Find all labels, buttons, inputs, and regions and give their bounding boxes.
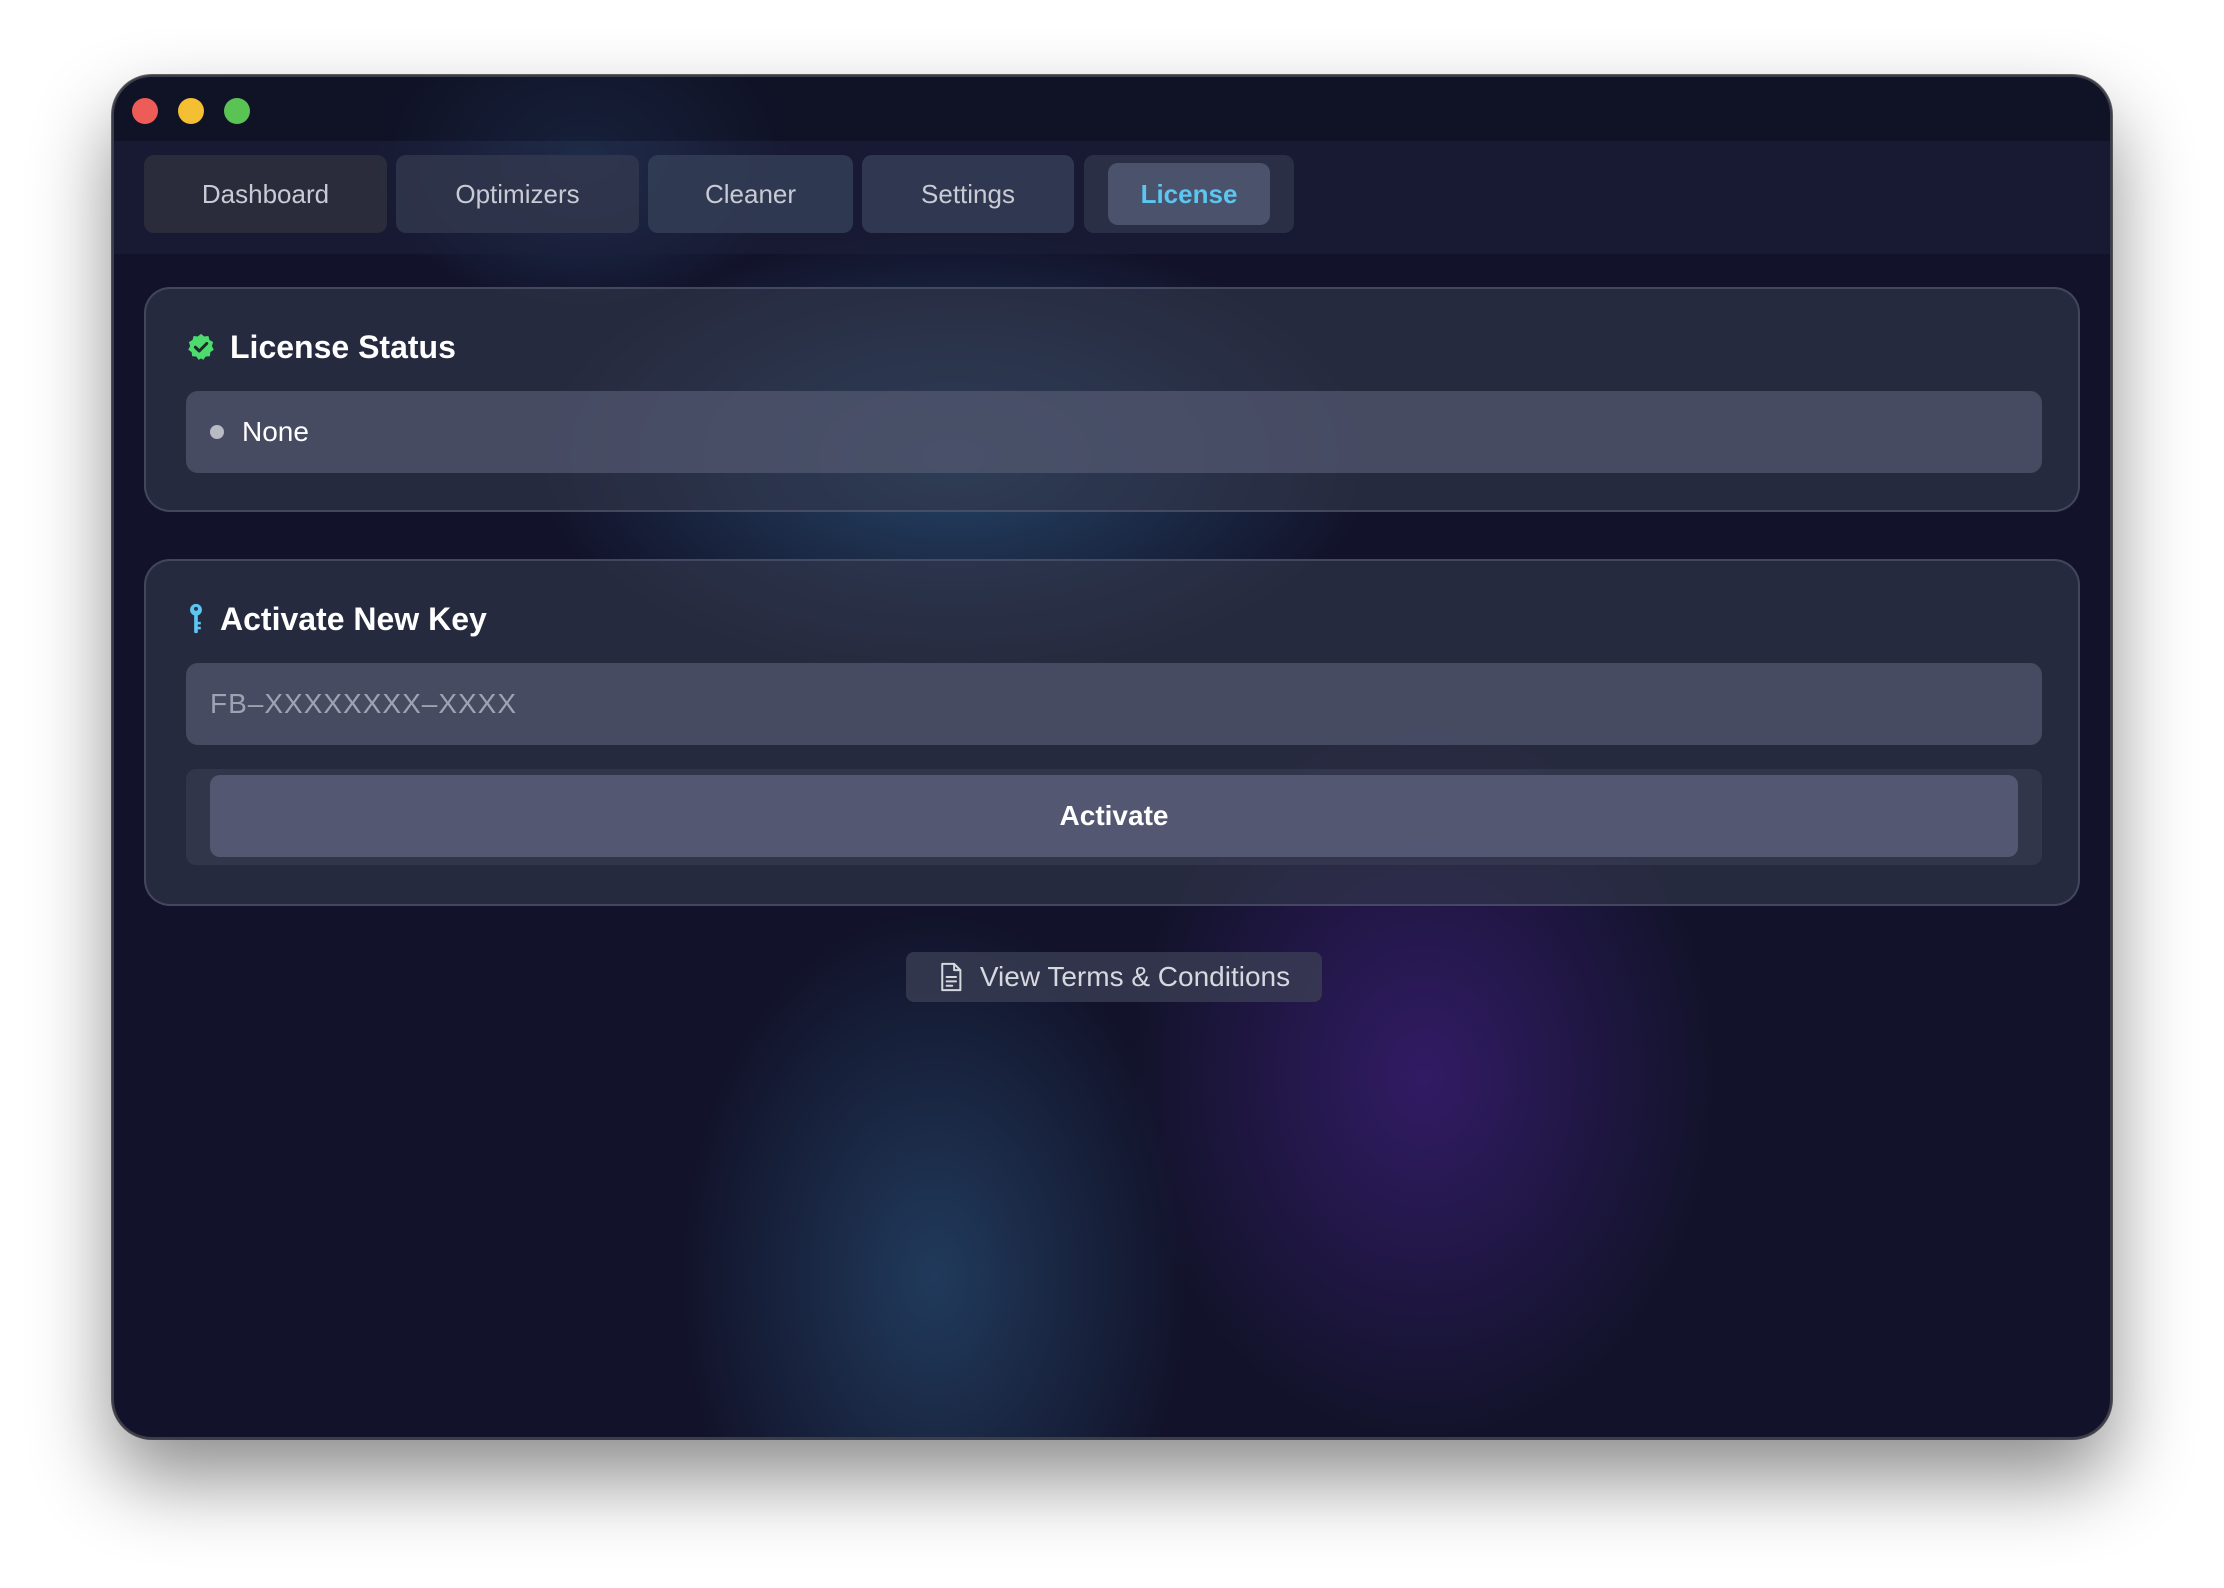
view-terms-label: View Terms & Conditions [979, 961, 1291, 992]
tab-optimizers[interactable]: Optimizers [396, 155, 639, 233]
verified-badge-icon [186, 332, 216, 362]
tab-license-active-pill: License [1108, 163, 1270, 225]
close-window-button[interactable] [132, 98, 158, 124]
maximize-window-button[interactable] [224, 98, 250, 124]
tab-settings[interactable]: Settings [862, 155, 1074, 233]
tab-label: Cleaner [704, 178, 797, 209]
document-icon [938, 962, 964, 992]
activate-key-heading: Activate New Key [220, 600, 487, 637]
tab-label: License [1140, 178, 1238, 209]
license-status-title: License Status [186, 325, 456, 369]
tab-bar: Dashboard Optimizers Cleaner Settings Li… [114, 141, 2110, 254]
activate-key-card: Activate New Key Activate [144, 559, 2080, 906]
license-key-input[interactable] [186, 663, 2042, 745]
title-bar [114, 77, 2110, 141]
app-window: Dashboard Optimizers Cleaner Settings Li… [112, 75, 2112, 1439]
license-status-card: License Status None [144, 287, 2080, 512]
activate-button-container: Activate [186, 769, 2042, 865]
minimize-window-button[interactable] [178, 98, 204, 124]
key-icon [186, 602, 206, 636]
tab-license[interactable]: License [1084, 155, 1294, 233]
activate-button-label: Activate [1059, 800, 1169, 831]
tab-dashboard[interactable]: Dashboard [144, 155, 387, 233]
status-indicator-dot [210, 425, 224, 439]
activate-button[interactable]: Activate [210, 775, 2018, 857]
license-status-heading: License Status [230, 328, 456, 365]
tab-cleaner[interactable]: Cleaner [648, 155, 853, 233]
license-status-field: None [186, 391, 2042, 473]
view-terms-button[interactable]: View Terms & Conditions [906, 952, 1322, 1002]
license-status-value: None [242, 416, 309, 447]
tab-label: Settings [921, 178, 1015, 209]
activate-key-title: Activate New Key [186, 597, 487, 641]
tab-label: Dashboard [201, 178, 330, 209]
tab-label: Optimizers [455, 178, 580, 209]
